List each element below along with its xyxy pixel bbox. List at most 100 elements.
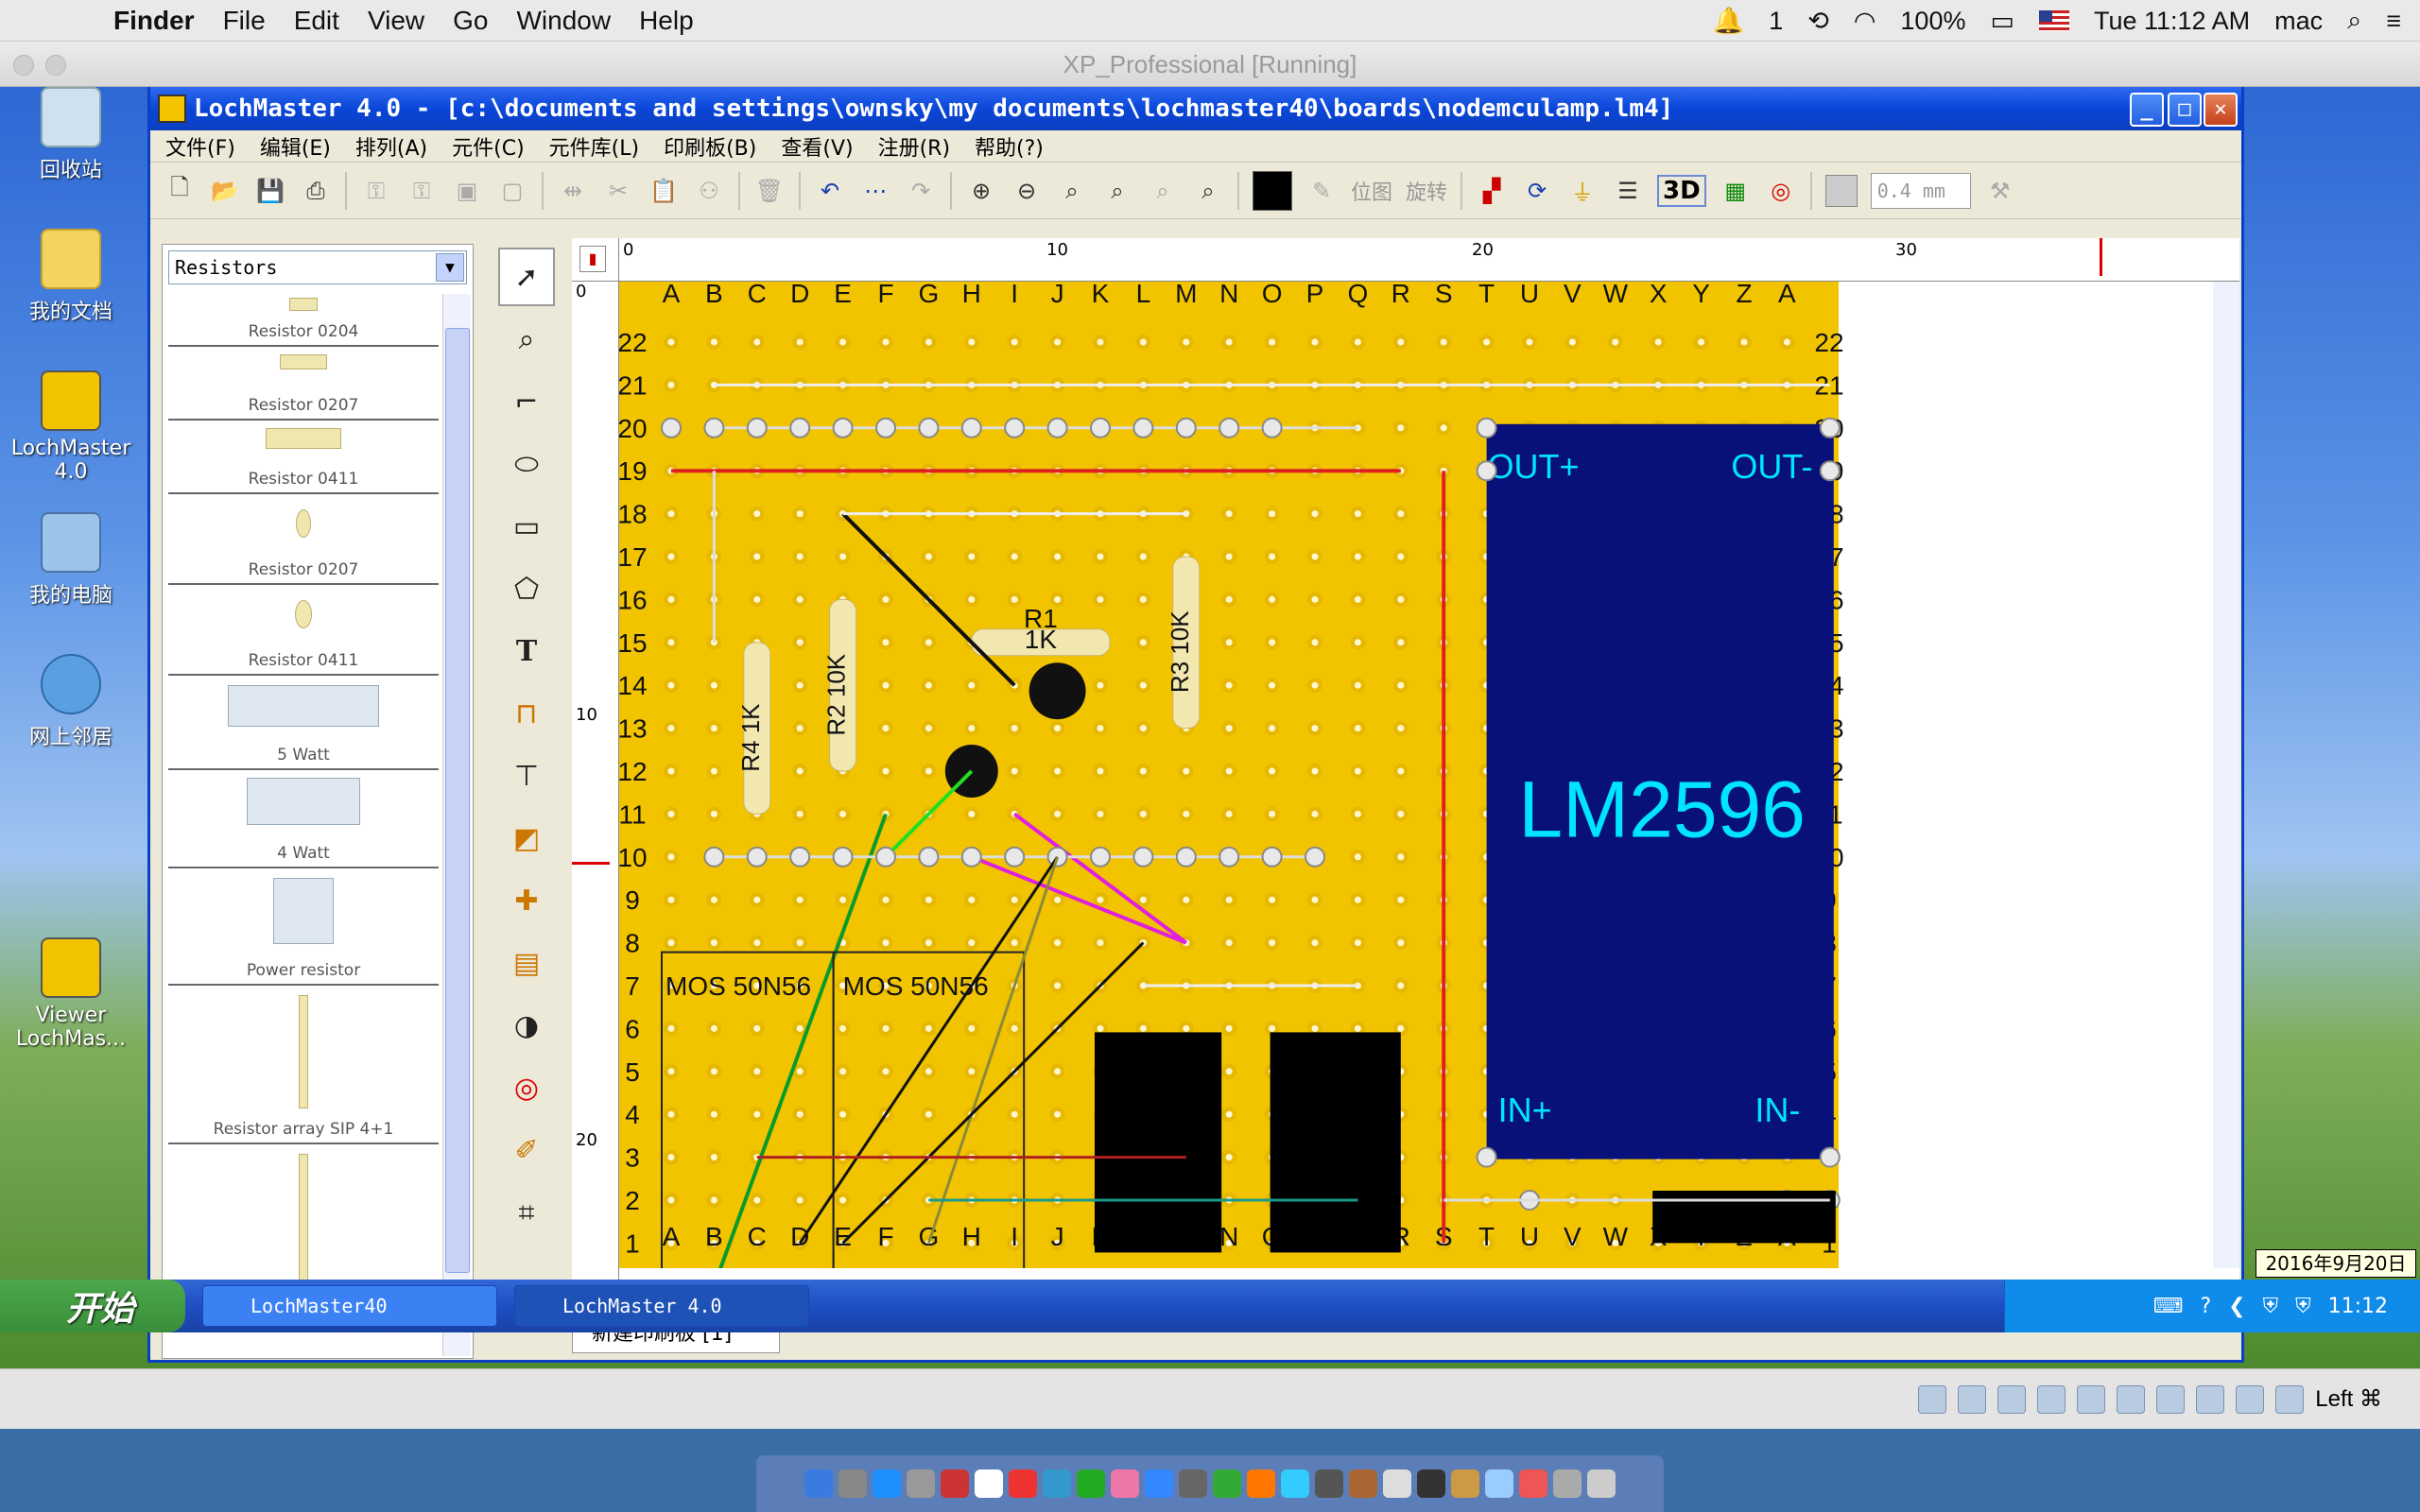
vm-cpu-icon[interactable] [2236,1384,2265,1414]
zoom-in-icon[interactable]: ⊕ [965,175,997,207]
menu-file[interactable]: 文件(F) [165,131,235,162]
library-item[interactable]: Resistor 0411 [168,585,439,676]
desktop-icon-my-computer[interactable]: 我的电脑 [9,512,132,609]
menu-board[interactable]: 印刷板(B) [664,131,756,162]
dock-app-icon[interactable] [1145,1469,1173,1498]
library-item[interactable]: Power resistor [168,868,439,986]
lock-icon[interactable]: ⚿ [360,175,392,207]
dock-app-icon[interactable] [941,1469,969,1498]
dock-app-icon[interactable] [1587,1469,1616,1498]
menu-library[interactable]: 元件库(L) [549,131,639,162]
drill-icon[interactable]: ⚒ [1984,175,2016,207]
drill-tool-icon[interactable]: ◑ [498,996,555,1055]
maximize-button[interactable]: □ [2168,93,2202,127]
library-item[interactable]: Resistor 0207 [168,494,439,585]
menu-register[interactable]: 注册(R) [878,131,950,162]
dock-app-icon[interactable] [1043,1469,1071,1498]
stripboard[interactable]: AABBCCDDEEFFGGHHIIJJKKLLMMNNOOPPQQRRSSTT… [619,282,2213,1268]
library-item[interactable]: Resistor array SIP 4+1 [168,986,439,1144]
zoom-tool-icon[interactable]: ⌕ [498,310,555,369]
library-item[interactable]: Resistor 0204 [168,294,439,347]
vm-record-icon[interactable] [2196,1384,2225,1414]
vm-optical-icon[interactable] [1958,1384,1987,1414]
dock-app-icon[interactable] [1111,1469,1139,1498]
help-icon[interactable]: ? [2200,1295,2211,1318]
pad-tool-icon[interactable]: ✚ [498,871,555,930]
crop-tool-icon[interactable]: ⌗ [498,1183,555,1242]
vm-audio-icon[interactable] [1997,1384,2027,1414]
security-alert-icon[interactable]: ⛨ [2295,1295,2311,1318]
mirror-icon[interactable]: ⇹ [557,175,589,207]
menu-window[interactable]: Window [516,6,611,36]
to-back-icon[interactable]: ▢ [496,175,528,207]
measure-tool-icon[interactable]: ✐ [498,1121,555,1179]
vm-display-icon[interactable] [2117,1384,2146,1414]
library-item[interactable]: Resistor 0411 [168,421,439,494]
user-name[interactable]: mac [2274,7,2323,36]
battery-icon[interactable]: ▭ [1990,7,2014,36]
dock-app-icon[interactable] [1383,1469,1411,1498]
zoom-board-icon[interactable]: ⌕ [1101,175,1133,207]
hole-tool-icon[interactable]: ◎ [498,1058,555,1117]
zoom-fit-icon[interactable]: ⌕ [1056,175,1088,207]
vm-arrow-icon[interactable] [2275,1384,2305,1414]
library-item[interactable]: 5 Watt [168,676,439,770]
menu-component[interactable]: 元件(C) [452,131,525,162]
start-button[interactable]: 开始 [0,1280,185,1332]
desktop-icon-my-documents[interactable]: 我的文档 [9,229,132,325]
cross-icon[interactable]: ⏚ [1566,175,1599,207]
menu-file[interactable]: File [223,6,266,36]
chevron-down-icon[interactable]: ▼ [436,253,464,282]
taskbar-item-explorer[interactable]: LochMaster40 [202,1285,497,1327]
dock-app-icon[interactable] [1519,1469,1547,1498]
dock-app-icon[interactable] [1281,1469,1309,1498]
tray-clock[interactable]: 11:12 [2328,1295,2388,1318]
layers-icon[interactable]: ☰ [1612,175,1644,207]
ruler-origin-icon[interactable]: ▮ [579,246,606,272]
more-icon[interactable]: ⋯ [859,175,891,207]
dock-app-icon[interactable] [1315,1469,1343,1498]
menu-view[interactable]: View [368,6,424,36]
library-item[interactable]: Resistor 0207 [168,347,439,421]
dock-app-icon[interactable] [1451,1469,1479,1498]
grid-icon[interactable]: ▦ [1720,175,1752,207]
time-machine-icon[interactable]: ⟲ [1807,7,1829,36]
board-canvas[interactable]: AABBCCDDEEFFGGHHIIJJKKLLMMNNOOPPQQRRSSTT… [619,282,2213,1268]
input-source-flag-icon[interactable] [2038,10,2069,31]
new-file-icon[interactable]: 🗋 [164,174,196,207]
cut-track-tool-icon[interactable]: ⊤ [498,747,555,805]
text-tool-icon[interactable]: T [498,622,555,680]
vm-network-icon[interactable] [2156,1384,2186,1414]
cut-icon[interactable]: ✂ [602,175,634,207]
menu-arrange[interactable]: 排列(A) [355,131,427,162]
scroll-thumb[interactable] [445,328,470,1273]
notification-center-icon[interactable]: ≡ [2386,7,2401,36]
bell-icon[interactable]: 🔔 [1713,6,1745,36]
menu-view[interactable]: 查看(V) [781,131,853,162]
track-width-input[interactable]: 0.4 mm [1870,172,1971,209]
save-icon[interactable]: 💾 [254,175,286,207]
dock-app-icon[interactable] [1213,1469,1241,1498]
vm-usb-icon[interactable] [2037,1384,2066,1414]
ellipse-tool-icon[interactable]: ⬭ [498,435,555,493]
menu-help[interactable]: 帮助(?) [975,131,1044,162]
dock-app-icon[interactable] [1349,1469,1377,1498]
minimize-button[interactable]: _ [2130,93,2164,127]
dock-app-icon[interactable] [1485,1469,1513,1498]
menu-help[interactable]: Help [639,6,694,36]
desktop-icon-network[interactable]: 网上邻居 [9,654,132,750]
desktop-icon-recycle-bin[interactable]: 回收站 [9,87,132,183]
dock-app-icon[interactable] [873,1469,901,1498]
fill-color-swatch[interactable] [1824,174,1858,207]
vm-shared-folder-icon[interactable] [2077,1384,2106,1414]
dock-app-icon[interactable] [1247,1469,1275,1498]
dock-app-icon[interactable] [907,1469,935,1498]
menu-edit[interactable]: 编辑(E) [260,131,331,162]
to-front-icon[interactable]: ▣ [451,175,483,207]
dock-app-icon[interactable] [1179,1469,1207,1498]
notification-count[interactable]: 1 [1769,7,1783,36]
delete-icon[interactable]: 🗑 [753,175,786,207]
dock-app-icon[interactable] [838,1469,867,1498]
vm-close-icon[interactable] [13,55,34,76]
dock-app-icon[interactable] [1417,1469,1445,1498]
